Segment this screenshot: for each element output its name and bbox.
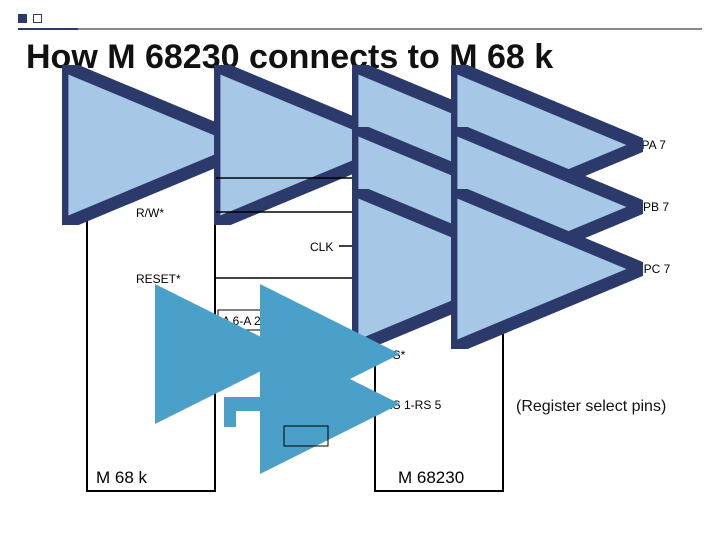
block-mad: MAD — [269, 335, 337, 371]
pin-m68230-cs: CS* — [384, 348, 405, 362]
header-rule — [18, 28, 702, 30]
pin-m68k-reset: RESET* — [136, 272, 181, 286]
square-filled-icon — [18, 14, 27, 23]
pin-m68230-dtack: DTACK* — [384, 172, 428, 186]
pin-m68230-rw: R/W* — [384, 206, 412, 220]
signal-a1a5: A 1-A 5 — [290, 430, 329, 444]
bus-pc — [504, 261, 611, 277]
pin-m68k-d0d7: D 0-D 7 — [136, 138, 177, 152]
pin-m68230-clk: CLK — [384, 240, 407, 254]
bus-pa — [504, 137, 611, 153]
note-register-select: (Register select pins) — [516, 398, 666, 416]
pin-m68230-rs: RS 1-RS 5 — [384, 398, 441, 412]
square-open-icon — [33, 14, 42, 23]
signal-clk: CLK — [310, 240, 333, 254]
pin-m68230-reset: RESET* — [384, 272, 429, 286]
pin-m68230-pa: PA 0-PA 7 — [613, 138, 666, 152]
pin-m68230-d0d7: D 0-D 7 — [384, 138, 425, 152]
signal-a6a23: A 6-A 23 — [222, 314, 267, 328]
pin-m68k-rw: R/W* — [136, 206, 164, 220]
label-m68k: M 68 k — [96, 468, 147, 488]
bus-pb — [504, 199, 611, 215]
label-m68230: M 68230 — [398, 468, 464, 488]
page-title: How M 68230 connects to M 68 k — [26, 38, 553, 77]
pin-m68230-pb: PB 0-PB 7 — [613, 200, 669, 214]
pin-m68k-dtack: DTACK* — [136, 172, 180, 186]
pin-m68230-pc: PC 0-PC 7 — [613, 262, 670, 276]
header-ornament — [18, 10, 44, 28]
